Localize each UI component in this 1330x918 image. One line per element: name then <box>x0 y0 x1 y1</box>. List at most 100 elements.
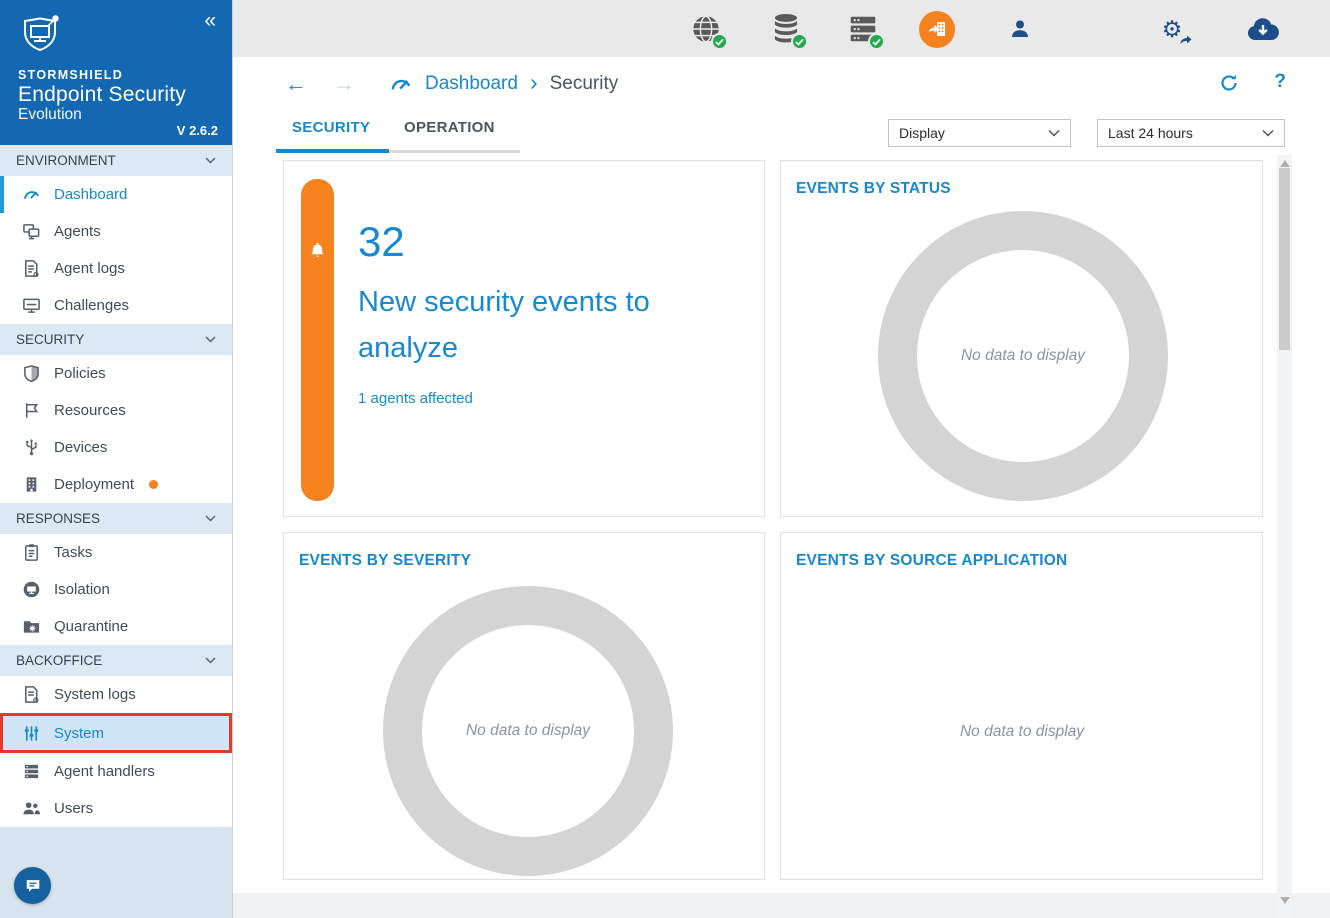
sidebar-item-quarantine[interactable]: Quarantine <box>0 608 232 645</box>
dashboard-content: 32 New security events to analyze 1 agen… <box>233 155 1330 918</box>
sidebar-item-label: Policies <box>54 365 106 382</box>
sidebar-item-label: System <box>54 725 104 742</box>
sidebar-section-security[interactable]: SECURITY <box>0 324 232 355</box>
active-tab-underline <box>276 149 389 153</box>
alert-title: New security events to analyze <box>358 279 708 372</box>
sidebar-item-users[interactable]: Users <box>0 790 232 827</box>
agents-monitors-icon <box>22 222 41 241</box>
scrollbar-up-arrow-icon[interactable] <box>1280 160 1290 167</box>
scrollbar-down-arrow-icon[interactable] <box>1280 897 1290 904</box>
cloud-download-icon[interactable] <box>1245 11 1281 47</box>
forward-arrow-icon[interactable]: → <box>333 73 355 95</box>
help-icon[interactable]: ? <box>1274 71 1286 93</box>
vertical-scrollbar[interactable] <box>1277 155 1292 918</box>
system-sliders-icon <box>22 724 41 743</box>
gear-actions-icon[interactable]: ⚙ <box>1154 11 1190 47</box>
chevron-down-icon <box>1262 129 1274 137</box>
alert-bell-icon <box>308 241 327 260</box>
alert-count: 32 <box>358 221 405 263</box>
sidebar-item-agent-logs[interactable]: Agent logs <box>0 250 232 287</box>
sidebar-item-system[interactable]: System <box>0 713 232 753</box>
brand-edition: Evolution <box>18 106 216 124</box>
status-ok-badge <box>711 33 728 50</box>
status-ok-badge <box>868 33 885 50</box>
sidebar-nav: ENVIRONMENT Dashboard Agents <box>0 145 232 827</box>
quarantine-folder-icon <box>22 617 41 636</box>
sidebar-item-agent-handlers[interactable]: Agent handlers <box>0 753 232 790</box>
section-label: ENVIRONMENT <box>16 153 116 168</box>
chevron-down-icon <box>205 515 216 522</box>
display-dropdown-value: Display <box>899 125 945 141</box>
section-label: SECURITY <box>16 332 84 347</box>
tab-security[interactable]: SECURITY <box>292 119 370 136</box>
sidebar-item-label: Isolation <box>54 581 110 598</box>
sidebar-item-label: System logs <box>54 686 136 703</box>
user-icon[interactable] <box>1002 11 1038 47</box>
system-logs-document-icon <box>22 685 41 704</box>
sidebar-item-label: Deployment <box>54 476 134 493</box>
sidebar-item-label: Resources <box>54 402 126 419</box>
tabs-row: SECURITY OPERATION Display Last 24 hours <box>233 110 1330 155</box>
display-dropdown[interactable]: Display <box>888 119 1071 147</box>
no-data-label: No data to display <box>448 719 608 743</box>
sidebar-section-backoffice[interactable]: BACKOFFICE <box>0 645 232 676</box>
main-area: ⚙ ← → Dashboard › Security ? <box>233 0 1330 918</box>
sidebar-section-responses[interactable]: RESPONSES <box>0 503 232 534</box>
sidebar-item-tasks[interactable]: Tasks <box>0 534 232 571</box>
challenges-monitor-icon <box>22 296 41 315</box>
brand-header: « STORMSHIELD Endpoint Security Evolutio… <box>0 0 232 145</box>
sidebar-item-isolation[interactable]: Isolation <box>0 571 232 608</box>
sidebar-item-label: Agents <box>54 223 101 240</box>
scrollbar-thumb[interactable] <box>1279 168 1290 350</box>
users-people-icon <box>22 799 41 818</box>
sidebar-collapse-icon[interactable]: « <box>204 10 216 31</box>
tasks-clipboard-icon <box>22 543 41 562</box>
card-title: EVENTS BY SEVERITY <box>299 552 471 570</box>
sidebar-item-resources[interactable]: Resources <box>0 392 232 429</box>
sidebar-item-label: Tasks <box>54 544 92 561</box>
topbar: ⚙ <box>233 0 1330 57</box>
tab-operation[interactable]: OPERATION <box>404 119 495 136</box>
sidebar-item-devices[interactable]: Devices <box>0 429 232 466</box>
chevron-down-icon <box>205 157 216 164</box>
sidebar-section-environment[interactable]: ENVIRONMENT <box>0 145 232 176</box>
sidebar-item-label: Dashboard <box>54 186 127 203</box>
deployment-sync-icon[interactable] <box>919 11 955 47</box>
sidebar-item-dashboard[interactable]: Dashboard <box>0 176 232 213</box>
agent-logs-document-icon <box>22 259 41 278</box>
content-bottom-strip <box>233 893 1330 918</box>
breadcrumb-dashboard-link[interactable]: Dashboard <box>425 73 518 95</box>
brand-version: V 2.6.2 <box>177 123 218 138</box>
period-dropdown[interactable]: Last 24 hours <box>1097 119 1285 147</box>
deployment-sync-circle <box>919 11 955 48</box>
breadcrumb-separator-icon: › <box>530 71 538 97</box>
policies-shield-icon <box>22 364 41 383</box>
isolation-monitor-icon <box>22 580 41 599</box>
sidebar-footer <box>0 827 232 918</box>
sidebar: « STORMSHIELD Endpoint Security Evolutio… <box>0 0 233 918</box>
status-ok-badge <box>791 33 808 50</box>
sidebar-item-label: Agent handlers <box>54 763 155 780</box>
dashboard-gauge-icon <box>22 185 41 204</box>
globe-status-icon[interactable] <box>688 11 724 47</box>
sidebar-item-label: Agent logs <box>54 260 125 277</box>
period-dropdown-value: Last 24 hours <box>1108 125 1193 141</box>
brand-name: STORMSHIELD <box>18 68 216 82</box>
server-status-icon[interactable] <box>845 11 881 47</box>
no-data-label: No data to display <box>902 720 1142 744</box>
sidebar-item-agents[interactable]: Agents <box>0 213 232 250</box>
card-title: EVENTS BY STATUS <box>796 180 951 198</box>
refresh-icon[interactable] <box>1218 72 1240 94</box>
sidebar-item-system-logs[interactable]: System logs <box>0 676 232 713</box>
dashboard-gauge-icon <box>389 72 413 96</box>
sidebar-item-policies[interactable]: Policies <box>0 355 232 392</box>
back-arrow-icon[interactable]: ← <box>285 73 307 95</box>
sidebar-item-label: Users <box>54 800 93 817</box>
database-status-icon[interactable] <box>768 11 804 47</box>
new-security-events-card[interactable]: 32 New security events to analyze 1 agen… <box>283 160 765 517</box>
chat-button[interactable] <box>14 867 51 904</box>
sidebar-item-challenges[interactable]: Challenges <box>0 287 232 324</box>
section-label: RESPONSES <box>16 511 100 526</box>
chevron-down-icon <box>205 336 216 343</box>
sidebar-item-deployment[interactable]: Deployment <box>0 466 232 503</box>
